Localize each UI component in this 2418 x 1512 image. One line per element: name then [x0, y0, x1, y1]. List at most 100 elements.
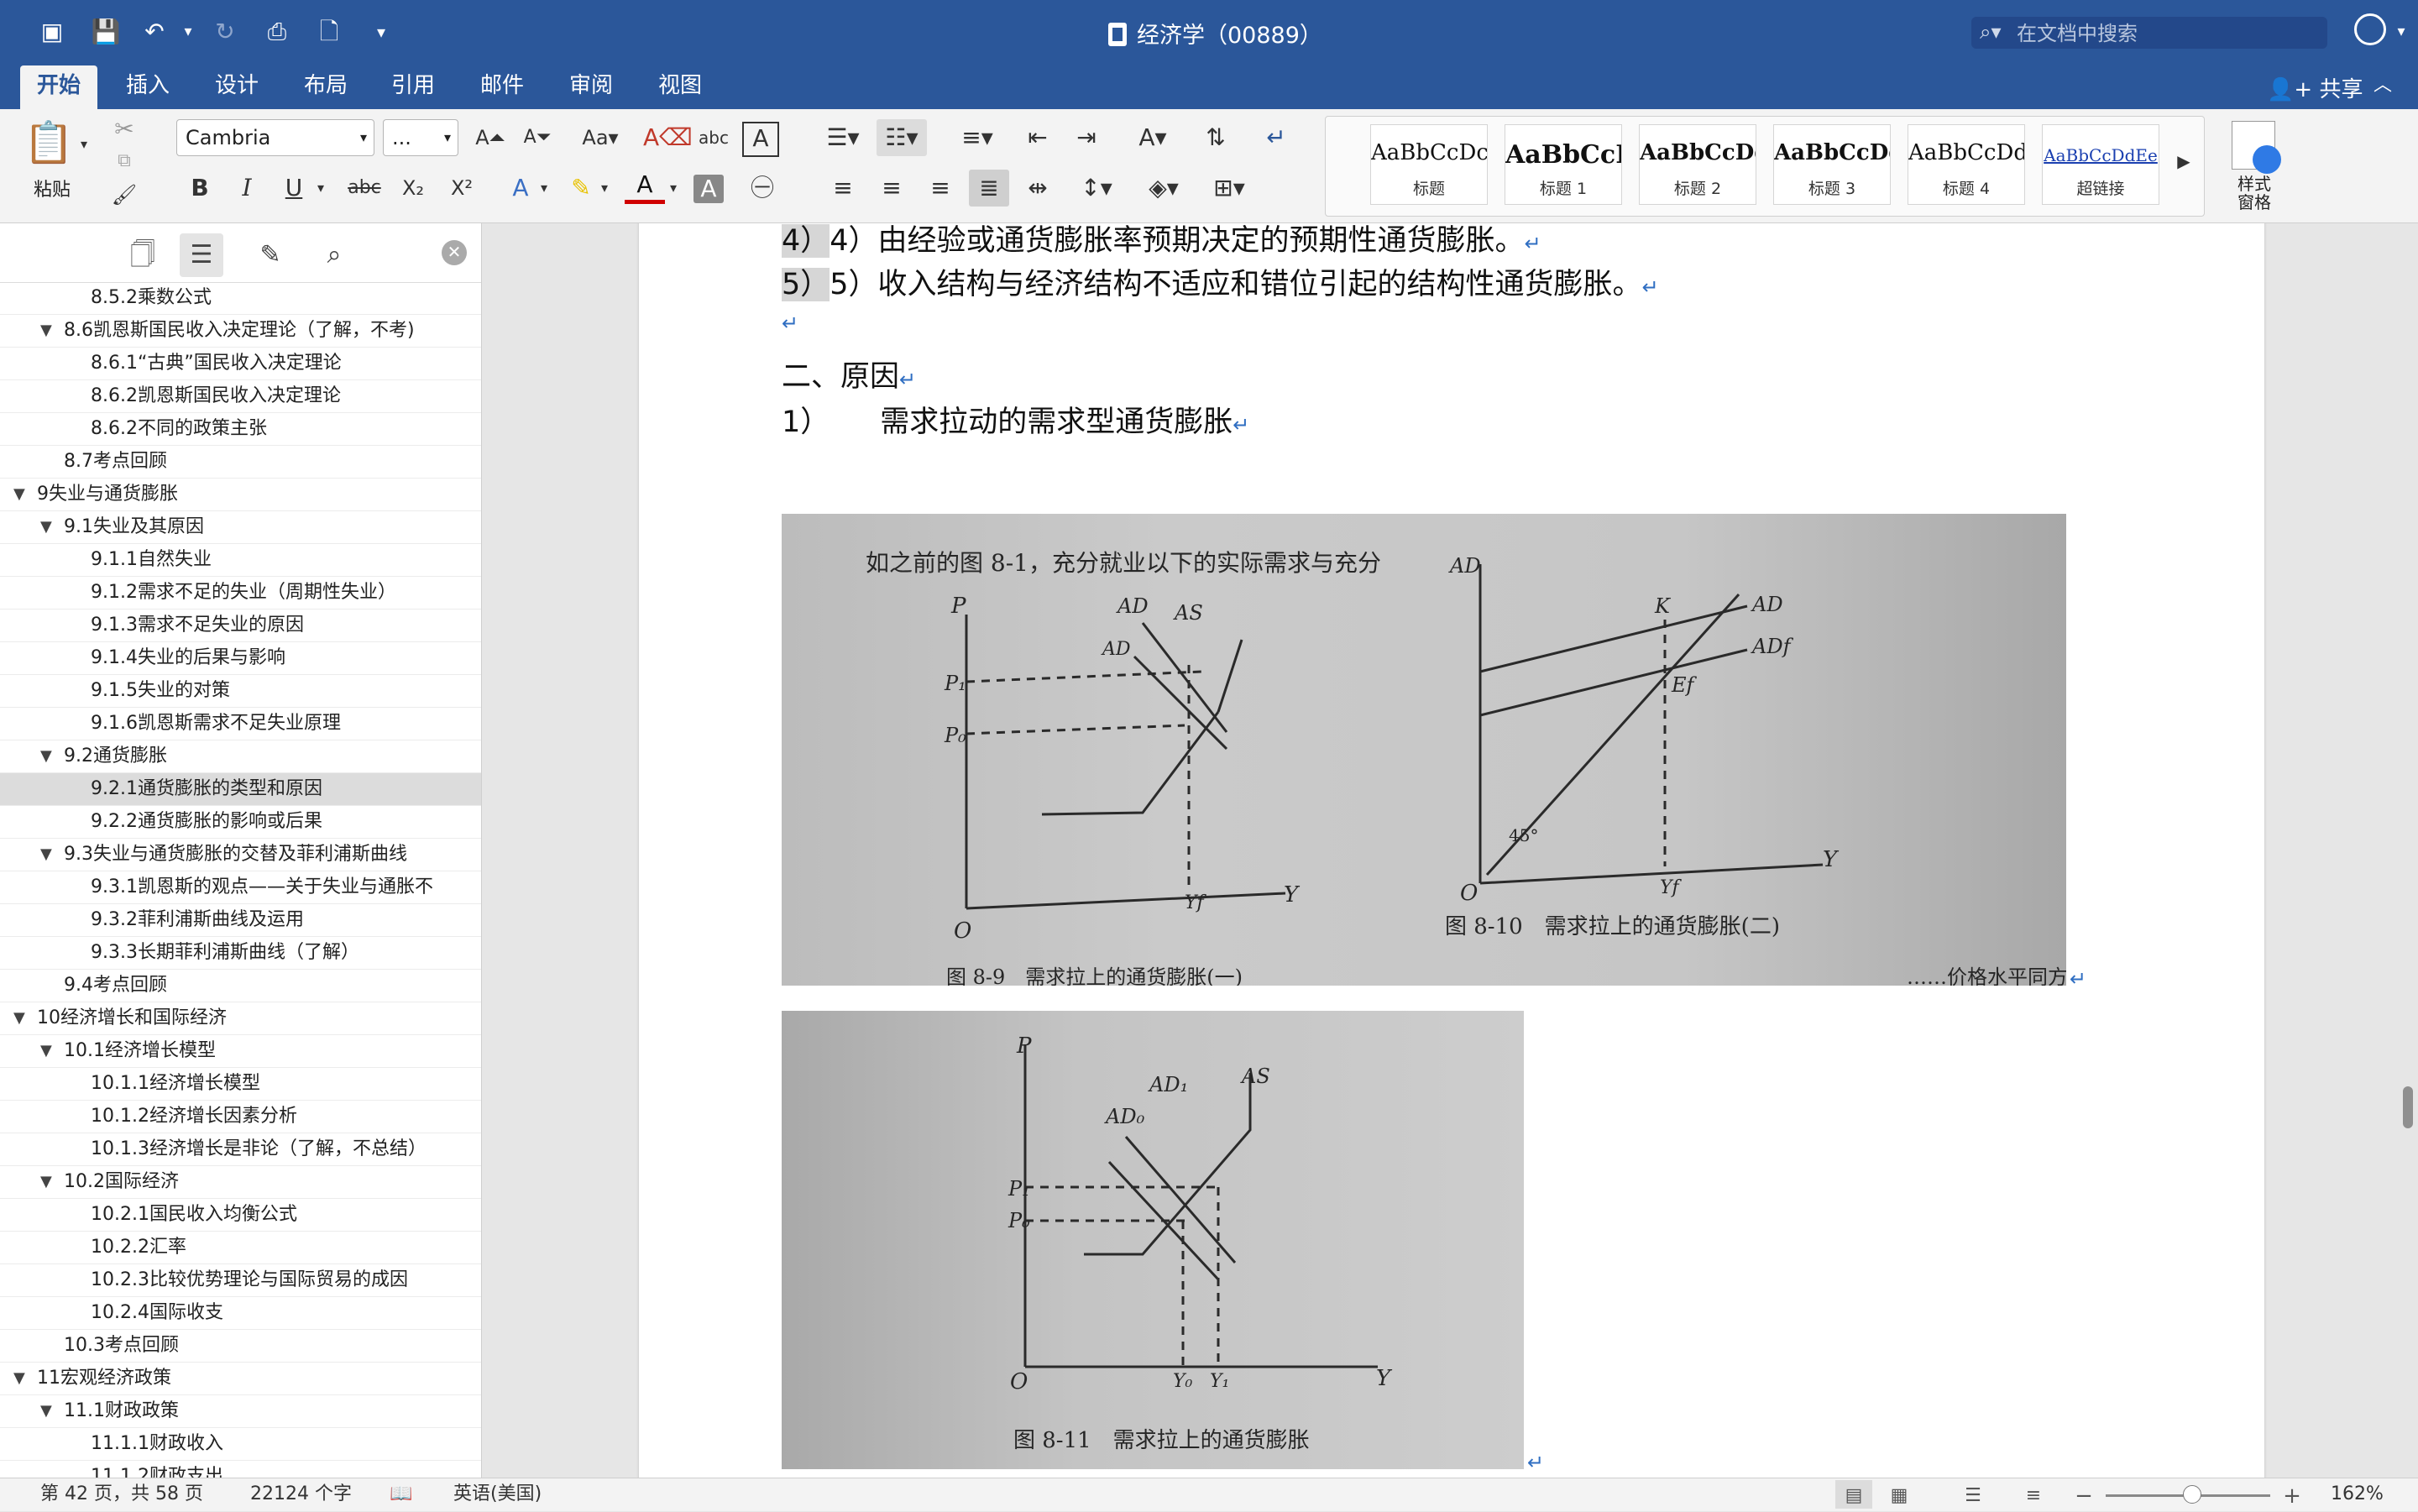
figure-photo-8-9-8-10[interactable]: 如之前的图 8-1，充分就业以下的实际需求与充分 P O Y P₁ P₀ Yf AD AD AS 图… — [782, 514, 2066, 986]
outline-item[interactable]: ▼ 9失业与通货膨胀 — [0, 479, 481, 511]
outline-item[interactable]: 8.6.2不同的政策主张 — [0, 413, 481, 446]
underline-dropdown-icon[interactable]: ▾ — [311, 170, 331, 207]
outline-item[interactable]: 10.2.4国际收支 — [0, 1297, 481, 1330]
justify-icon[interactable]: ≣ — [969, 170, 1009, 207]
line-spacing-icon[interactable]: ↕▾ — [1070, 170, 1123, 207]
thumbnails-icon[interactable]: 🗍 — [126, 238, 160, 272]
proofing-icon[interactable]: 📖 — [390, 1478, 412, 1510]
italic-button[interactable]: I — [227, 170, 267, 207]
document-page[interactable]: 4）4）由经验或通货膨胀率预期决定的预期性通货膨胀。↵ 5）5）收入结构与经济结… — [639, 223, 2264, 1478]
expand-triangle-icon[interactable]: ▼ — [40, 1166, 52, 1198]
superscript-button[interactable]: X² — [442, 170, 482, 207]
expand-triangle-icon[interactable]: ▼ — [40, 839, 52, 871]
tab-mailings[interactable]: 邮件 — [463, 65, 541, 109]
bold-button[interactable]: B — [180, 170, 220, 207]
zoom-out-icon[interactable]: − — [2065, 1480, 2102, 1509]
asian-layout-icon[interactable]: A▾ — [1123, 119, 1182, 156]
customize-toolbar-icon[interactable]: ▾ — [366, 17, 396, 47]
outline-item[interactable]: 11.1.2财政支出 — [0, 1461, 481, 1478]
outline-item[interactable]: 9.3.3长期菲利浦斯曲线（了解） — [0, 937, 481, 970]
shading-icon[interactable]: ◈▾ — [1137, 170, 1191, 207]
tab-references[interactable]: 引用 — [374, 65, 452, 109]
font-size-select[interactable]: ... ▾ — [383, 119, 458, 156]
bullets-icon[interactable]: ☰▾ — [818, 119, 868, 156]
paste-icon[interactable]: 📋 — [24, 118, 74, 168]
outline-item[interactable]: 9.2.1通货膨胀的类型和原因 — [0, 773, 481, 806]
expand-triangle-icon[interactable]: ▼ — [40, 740, 52, 772]
tab-insert[interactable]: 插入 — [109, 65, 186, 109]
font-color-icon[interactable]: A — [625, 170, 665, 204]
paragraph-5[interactable]: 5）5）收入结构与经济结构不适应和错位引起的结构性通货膨胀。↵ — [782, 260, 1659, 303]
zoom-level[interactable]: 162% — [2331, 1478, 2384, 1510]
outline-item[interactable]: 9.1.5失业的对策 — [0, 675, 481, 708]
search-input[interactable] — [2015, 20, 2321, 47]
word-count[interactable]: 22124 个字 — [250, 1478, 352, 1510]
paste-label[interactable]: 粘贴 — [34, 175, 71, 201]
outline-item[interactable]: ▼ 11.1财政政策 — [0, 1395, 481, 1428]
tab-design[interactable]: 设计 — [198, 65, 275, 109]
outline-item[interactable]: ▼ 10经济增长和国际经济 — [0, 1002, 481, 1035]
outline-item[interactable]: 9.1.2需求不足的失业（周期性失业） — [0, 577, 481, 610]
align-right-icon[interactable]: ≡ — [920, 170, 960, 207]
outline-item[interactable]: 10.1.3经济增长是非论（了解，不总结） — [0, 1133, 481, 1166]
outline-view-icon[interactable]: ☰ — [1955, 1480, 1991, 1509]
outline-item[interactable]: 8.6.2凯恩斯国民收入决定理论 — [0, 380, 481, 413]
align-center-icon[interactable]: ≡ — [871, 170, 912, 207]
sort-icon[interactable]: ⇅ — [1196, 119, 1236, 156]
show-formatting-marks-icon[interactable]: ↵ — [1256, 119, 1296, 156]
style-heading-4[interactable]: AaBbCcDdE 标题 4 — [1908, 124, 2025, 205]
outline-item[interactable]: 10.2.1国民收入均衡公式 — [0, 1199, 481, 1232]
enclose-characters-icon[interactable]: ㊀ — [742, 170, 782, 207]
style-heading-1[interactable]: AaBbCcI 标题 1 — [1505, 124, 1622, 205]
phonetic-guide-icon[interactable]: abc — [693, 119, 734, 156]
undo-dropdown-icon[interactable]: ▾ — [173, 17, 203, 47]
borders-icon[interactable]: ⊞▾ — [1202, 170, 1256, 207]
feedback-smiley-icon[interactable] — [2354, 13, 2386, 45]
character-border-icon[interactable]: A — [742, 122, 779, 157]
character-shading-icon[interactable]: A — [693, 175, 724, 203]
outline-item[interactable]: 11.1.1财政收入 — [0, 1428, 481, 1461]
outline-item[interactable]: 8.7考点回顾 — [0, 446, 481, 479]
outline-item[interactable]: ▼ 11宏观经济政策 — [0, 1363, 481, 1395]
tab-home[interactable]: 开始 — [20, 65, 97, 109]
numbering-icon[interactable]: ☷▾ — [877, 119, 927, 156]
outline-item[interactable]: 10.1.1经济增长模型 — [0, 1068, 481, 1101]
style-title[interactable]: AaBbCcDc 标题 — [1370, 124, 1488, 205]
font-name-select[interactable]: Cambria ▾ — [176, 119, 374, 156]
font-color-dropdown-icon[interactable]: ▾ — [663, 170, 683, 207]
expand-triangle-icon[interactable]: ▼ — [13, 1002, 25, 1034]
language-indicator[interactable]: 英语(美国) — [453, 1478, 542, 1510]
feedback-dropdown-icon[interactable]: ▾ — [2386, 17, 2416, 47]
outline-item[interactable]: ▼ 9.2通货膨胀 — [0, 740, 481, 773]
outline-item[interactable]: 9.1.6凯恩斯需求不足失业原理 — [0, 708, 481, 740]
outline-item[interactable]: 10.2.3比较优势理论与国际贸易的成因 — [0, 1264, 481, 1297]
shrink-font-icon[interactable]: A⏷ — [517, 119, 557, 156]
strikethrough-button[interactable]: abc — [344, 170, 385, 207]
outline-item[interactable]: 9.1.1自然失业 — [0, 544, 481, 577]
tab-layout[interactable]: 布局 — [287, 65, 364, 109]
draft-view-icon[interactable]: ≡ — [2015, 1480, 2052, 1509]
outline-item[interactable]: ▼ 9.1失业及其原因 — [0, 511, 481, 544]
print-icon[interactable]: ⎙ — [262, 17, 292, 47]
outline-item[interactable]: 9.1.3需求不足失业的原因 — [0, 610, 481, 642]
distributed-icon[interactable]: ⇹ — [1018, 170, 1058, 207]
zoom-in-icon[interactable]: + — [2274, 1480, 2311, 1509]
outline-item[interactable]: ▼ 8.6凯恩斯国民收入决定理论（了解，不考) — [0, 315, 481, 348]
expand-triangle-icon[interactable]: ▼ — [40, 1395, 52, 1427]
styles-more-icon[interactable]: ▶ — [2171, 143, 2196, 180]
outline-item[interactable]: 9.2.2通货膨胀的影响或后果 — [0, 806, 481, 839]
reviewing-pane-icon[interactable]: ✎ — [254, 238, 287, 272]
style-hyperlink[interactable]: AaBbCcDdEe 超链接 — [2042, 124, 2159, 205]
heading-reasons[interactable]: 二、原因↵ — [782, 353, 916, 395]
vertical-scrollbar-thumb[interactable] — [2403, 1086, 2413, 1128]
decrease-indent-icon[interactable]: ⇤ — [1018, 119, 1058, 156]
copy-icon[interactable]: ⧉ — [104, 143, 144, 180]
list-item-demand-pull[interactable]: 1） 需求拉动的需求型通货膨胀↵ — [782, 398, 1249, 441]
search-icon[interactable]: ⌕ — [317, 238, 351, 272]
expand-triangle-icon[interactable]: ▼ — [13, 1363, 25, 1394]
paragraph-4[interactable]: 4）4）由经验或通货膨胀率预期决定的预期性通货膨胀。↵ — [782, 223, 1541, 259]
clear-formatting-icon[interactable]: A⌫ — [643, 119, 693, 156]
empty-paragraph[interactable]: ↵ — [782, 304, 798, 337]
outline-item[interactable]: ▼ 10.2国际经济 — [0, 1166, 481, 1199]
outline-item[interactable]: 9.1.4失业的后果与影响 — [0, 642, 481, 675]
